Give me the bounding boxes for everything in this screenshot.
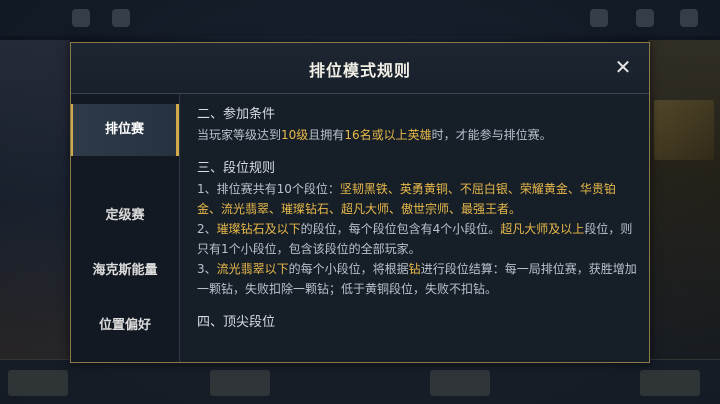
background-button xyxy=(8,370,68,396)
sidebar-item-ranked[interactable]: 排位赛 xyxy=(71,104,179,156)
background-button xyxy=(640,370,700,396)
rule-paragraph: 2、璀璨钻石及以下的段位，每个段位包含有4个小段位。超凡大师及以上段位，则只有1… xyxy=(197,222,633,256)
background-icon xyxy=(680,9,698,27)
dialog-header: 排位模式规则 ✕ xyxy=(71,43,649,94)
dialog-title: 排位模式规则 xyxy=(308,61,411,80)
close-icon[interactable]: ✕ xyxy=(611,55,635,79)
rule-paragraph: 当玩家等级达到10级且拥有16名或以上英雄时，才能参与排位赛。 xyxy=(197,128,552,142)
background-top-bar xyxy=(0,0,720,36)
background-icon xyxy=(590,9,608,27)
background-card xyxy=(654,100,714,160)
background-icon xyxy=(636,9,654,27)
sidebar-item-position-preference[interactable]: 位置偏好 xyxy=(71,300,179,352)
background-right-panel xyxy=(648,40,720,360)
background-button xyxy=(210,370,270,396)
background-button xyxy=(430,370,490,396)
rules-content: 二、参加条件 当玩家等级达到10级且拥有16名或以上英雄时，才能参与排位赛。 三… xyxy=(197,105,637,357)
section-title: 四、顶尖段位 xyxy=(197,315,276,330)
section-title: 二、参加条件 xyxy=(197,107,276,122)
rule-paragraph: 3、流光翡翠以下的每个小段位，将根据钻进行段位结算：每一局排位赛，获胜增加一颗钻… xyxy=(197,262,637,296)
sidebar-item-hextech-energy[interactable]: 海克斯能量 xyxy=(71,245,179,297)
sidebar-item-placement[interactable]: 定级赛 xyxy=(71,190,179,242)
section-title: 三、段位规则 xyxy=(197,161,276,176)
rules-dialog: 排位模式规则 ✕ 排位赛 定级赛 海克斯能量 位置偏好 二、参加条件 当玩家等级… xyxy=(70,42,650,363)
background-bottom-bar xyxy=(0,359,720,404)
rule-paragraph: 1、排位赛共有10个段位：坚韧黑铁、英勇黄铜、不屈白银、荣耀黄金、华贵铂金、流光… xyxy=(197,182,616,216)
background-left-panel xyxy=(0,40,70,360)
background-icon xyxy=(72,9,90,27)
background-icon xyxy=(112,9,130,27)
rules-sidebar: 排位赛 定级赛 海克斯能量 位置偏好 xyxy=(71,94,180,362)
